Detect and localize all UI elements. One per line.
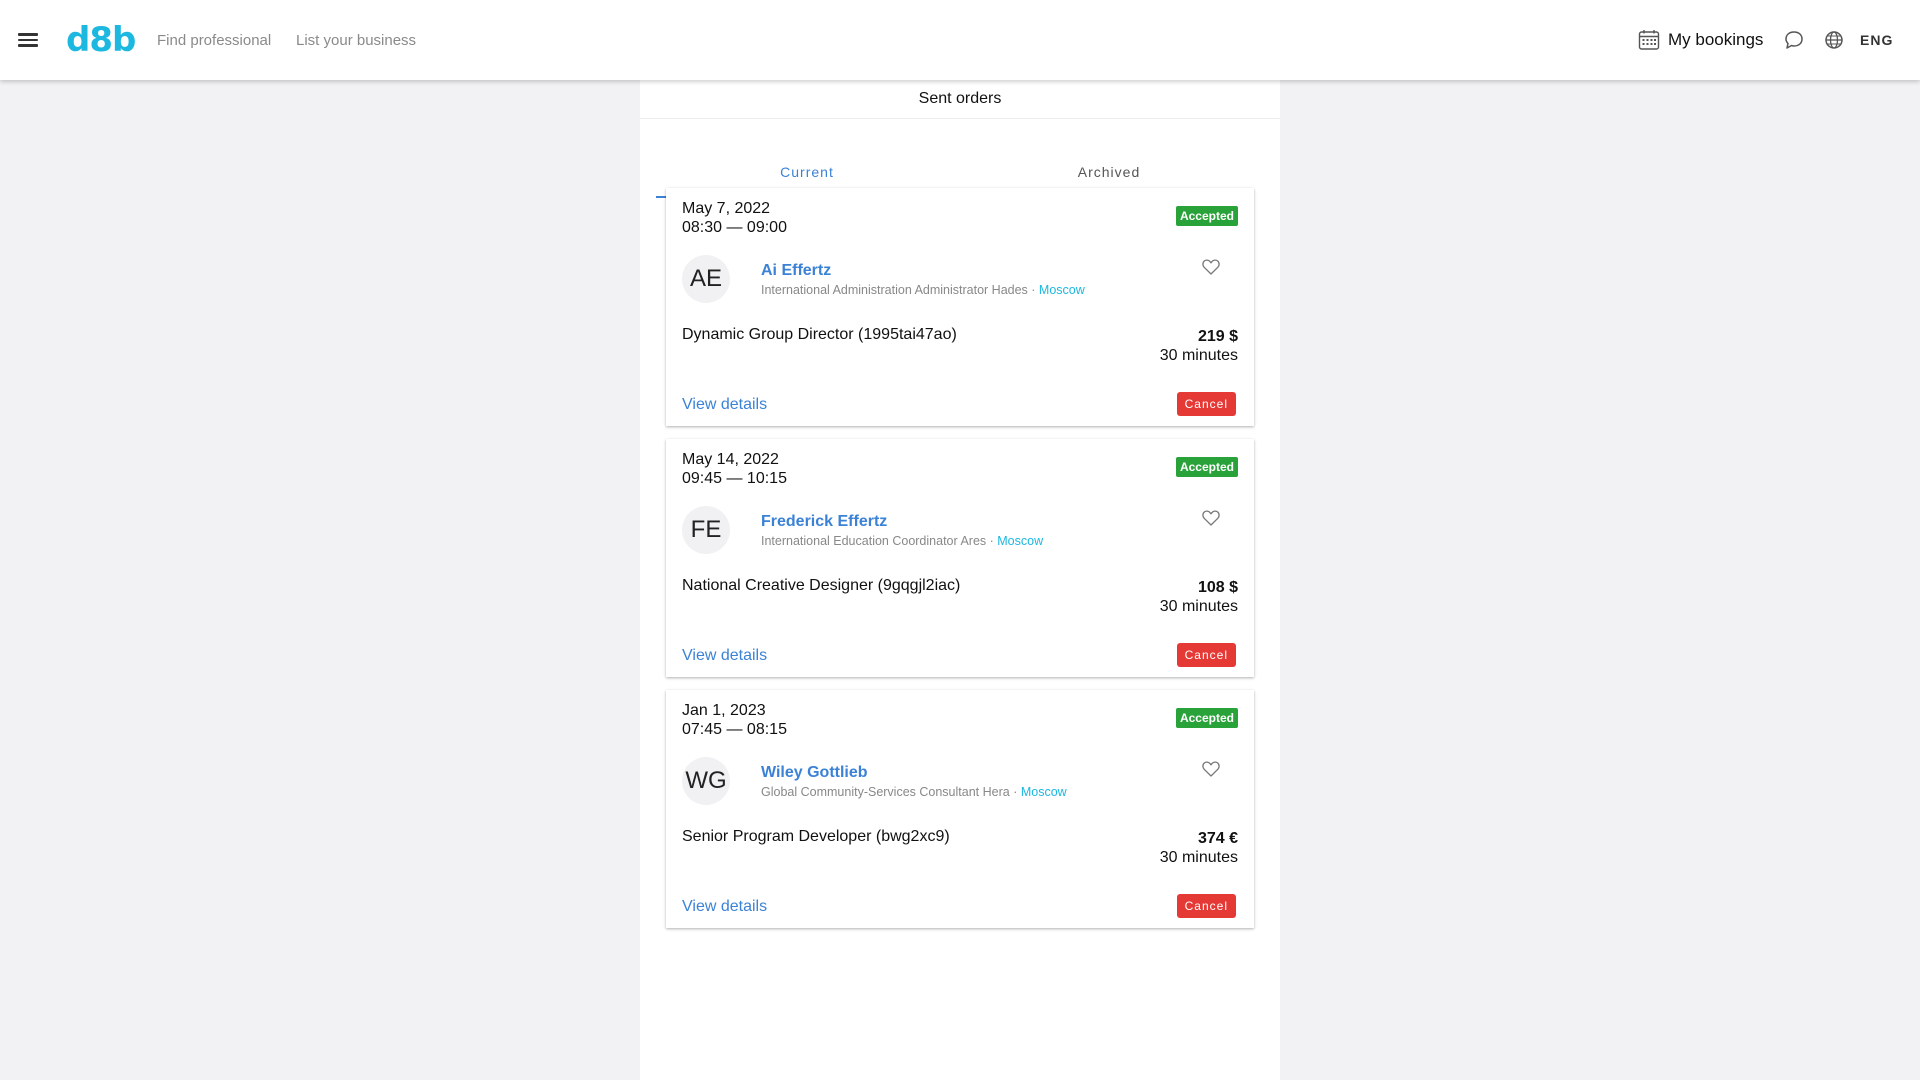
calendar-icon [1638,30,1660,50]
professional-name[interactable]: Wiley Gottlieb [761,764,868,782]
order-card: Jan 1, 2023 07:45 — 08:15 Accepted WG Wi… [666,690,1254,928]
separator: · [986,534,998,548]
my-bookings-label: My bookings [1668,30,1764,49]
menu-icon[interactable] [16,30,40,50]
professional-subtitle: International Administration Administrat… [761,283,1085,297]
cancel-button[interactable]: Cancel [1176,894,1236,918]
status-badge: Accepted [1175,457,1238,477]
order-duration: 30 minutes [1159,347,1238,364]
order-datetime: May 14, 2022 09:45 — 10:15 [682,450,787,488]
professional-subtitle: Global Community-Services Consultant Her… [761,785,1067,799]
avatar: WG [682,757,730,805]
order-price: 108 $ [1197,579,1238,596]
order-datetime: Jan 1, 2023 07:45 — 08:15 [682,701,787,739]
avatar: AE [682,255,730,303]
order-duration: 30 minutes [1159,598,1238,615]
professional-title: Global Community-Services Consultant Her… [761,785,1010,799]
professional-name[interactable]: Frederick Effertz [761,513,887,531]
professional-subtitle: International Education Coordinator Ares… [761,534,1043,548]
order-price: 374 € [1197,830,1238,847]
order-time: 07:45 — 08:15 [682,721,787,738]
view-details-link[interactable]: View details [682,898,767,916]
order-date: May 7, 2022 [682,200,771,217]
top-header: d8b Find professional List your business… [0,0,1920,80]
nav-find-professional[interactable]: Find professional [157,32,271,49]
tab-current-label: Current [780,164,834,180]
professional-city: Moscow [1038,283,1085,297]
tab-archived[interactable]: Archived [958,80,1260,196]
service-name: Dynamic Group Director (1995tai47ao) [682,326,957,343]
order-time: 09:45 — 10:15 [682,470,787,487]
order-date: May 14, 2022 [682,451,779,468]
heart-icon[interactable] [1202,259,1220,275]
order-datetime: May 7, 2022 08:30 — 09:00 [682,199,787,237]
professional-title: International Education Coordinator Ares [761,534,987,548]
order-date: Jan 1, 2023 [682,702,766,719]
order-card: May 7, 2022 08:30 — 09:00 Accepted AE Ai… [666,188,1254,426]
view-details-link[interactable]: View details [682,396,767,414]
cancel-button[interactable]: Cancel [1176,643,1236,667]
order-time: 08:30 — 09:00 [682,219,787,236]
service-name: Senior Program Developer (bwg2xc9) [682,828,950,845]
tab-archived-label: Archived [1077,164,1141,180]
order-duration: 30 minutes [1159,849,1238,866]
my-bookings-button[interactable]: My bookings [1638,0,1763,80]
status-badge: Accepted [1175,206,1238,226]
order-card: May 14, 2022 09:45 — 10:15 Accepted FE F… [666,439,1254,677]
separator: · [1009,785,1021,799]
chat-icon[interactable] [1783,29,1805,51]
avatar: FE [682,506,730,554]
professional-title: International Administration Administrat… [761,283,1028,297]
cancel-button[interactable]: Cancel [1176,392,1236,416]
heart-icon[interactable] [1202,761,1220,777]
globe-icon[interactable] [1823,29,1845,51]
professional-city: Moscow [1020,785,1067,799]
tab-current[interactable]: Current [656,80,958,198]
logo[interactable]: d8b [66,20,136,60]
nav-list-business[interactable]: List your business [296,32,416,49]
order-price: 219 $ [1197,328,1238,345]
orders-panel: Sent orders Current Archived May 7, 2022… [640,80,1280,1080]
professional-city: Moscow [997,534,1044,548]
professional-name[interactable]: Ai Effertz [761,262,831,280]
view-details-link[interactable]: View details [682,647,767,665]
service-name: National Creative Designer (9gqgjl2iac) [682,577,961,594]
language-selector[interactable]: ENG [1860,32,1893,48]
status-badge: Accepted [1175,708,1238,728]
heart-icon[interactable] [1202,510,1220,526]
separator: · [1027,283,1039,297]
